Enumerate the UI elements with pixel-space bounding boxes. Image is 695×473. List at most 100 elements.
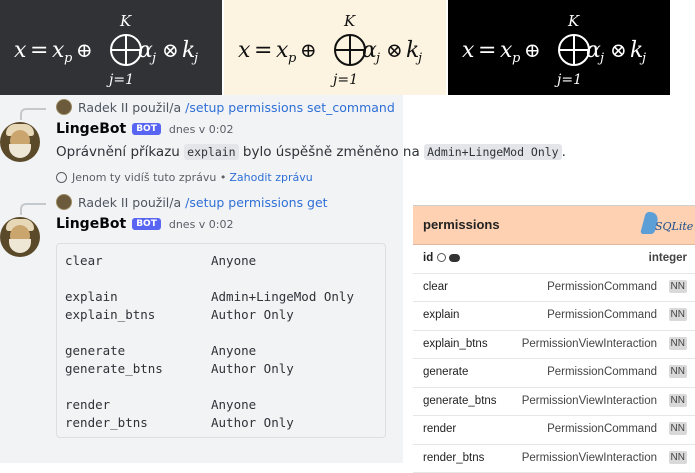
svg-text:p: p [512,51,521,66]
formula-tile-cream: x = x p ⊕ K j=1 α j ⊗ k j [224,0,446,95]
column-type: PermissionViewInteraction [522,395,657,407]
permission-line: generateAnyone [65,342,377,360]
permission-key: explain_btns [65,306,211,324]
author-name[interactable]: LingeBot [56,216,126,232]
reply-user[interactable]: Radek II [78,195,128,210]
not-null-badge: NN [669,308,687,321]
permission-value: Anyone [211,396,256,414]
svg-text:=: = [478,38,496,63]
table-header: permissions SQLite [413,206,695,245]
svg-text:j=1: j=1 [330,72,358,88]
reply-avatar [56,194,72,210]
permission-line: render_btnsAuthor Only [65,414,377,432]
table-row: explain PermissionCommand NN [413,302,695,331]
permission-value: Anyone [211,252,256,270]
reply-spine [20,203,46,215]
svg-text:p: p [64,51,73,66]
svg-text:j=1: j=1 [106,72,134,88]
column-name: render_btns [423,452,484,464]
column-name: render [423,423,456,435]
permission-line: generate_btnsAuthor Only [65,360,377,378]
avatar[interactable] [0,217,40,257]
svg-text:K: K [343,12,356,30]
permission-line: renderAnyone [65,396,377,414]
svg-text:x: x [14,38,27,63]
svg-text:j=1: j=1 [554,72,582,88]
svg-text:⊗: ⊗ [386,38,403,62]
column-name: explain [423,309,459,321]
permissions-code-block: clearAnyoneexplainAdmin+LingeMod Onlyexp… [56,243,386,438]
formula-svg: x = x p ⊕ K j=1 α j ⊗ k j [6,4,216,92]
reply-spine [20,108,46,120]
not-null-badge: NN [669,422,687,435]
column-type: PermissionCommand [547,309,657,321]
column-type: PermissionCommand [547,366,657,378]
not-null-badge: NN [669,337,687,350]
bot-badge: BOT [132,123,161,135]
ephemeral-note: Jenom ty vidíš tuto zprávu • Zahodit zpr… [56,171,313,184]
author-name[interactable]: LingeBot [56,121,126,137]
permission-key: generate_btns [65,360,211,378]
reply-reference[interactable]: Radek II použil/a /setup permissions get [56,194,328,210]
column-type: PermissionViewInteraction [522,338,657,350]
reply-action: použil/a [132,195,181,210]
bot-badge: BOT [132,218,161,230]
svg-text:K: K [119,12,132,30]
formula-tile-dark: x = x p ⊕ K j=1 α j ⊗ k j [0,0,222,95]
eye-icon [56,172,67,183]
permission-value: Author Only [211,414,294,432]
permission-key: clear [65,252,211,270]
sqlite-table-diagram: permissions SQLite id integer clearPermi… [413,205,695,464]
formula-svg: x = x p ⊕ K j=1 α j ⊗ k j [230,4,440,92]
permission-line: explainAdmin+LingeMod Only [65,288,377,306]
timestamp: dnes v 0:02 [169,123,234,136]
table-row-id: id integer [413,245,695,274]
permission-line: explain_btnsAuthor Only [65,306,377,324]
column-name: generate_btns [423,395,497,407]
reply-command[interactable]: /setup permissions get [185,195,327,210]
column-name: clear [423,281,448,293]
not-null-badge: NN [669,280,687,293]
svg-text:⊗: ⊗ [162,38,179,62]
table-row: generate_btnsPermissionViewInteractionNN [413,388,695,417]
reply-reference[interactable]: Radek II použil/a /setup permissions set… [56,99,395,115]
reply-user[interactable]: Radek II [78,100,128,115]
formula-tile-black: x = x p ⊕ K j=1 α j ⊗ k j [448,0,670,95]
permission-key: render_btns [65,414,211,432]
permission-value: Author Only [211,360,294,378]
column-type: integer [649,252,687,264]
table-row: render PermissionCommand NN [413,416,695,445]
key-icon [437,253,446,262]
sqlite-logo: SQLite [643,212,689,238]
table-name: permissions [423,217,500,232]
svg-text:⊕: ⊕ [300,38,317,62]
svg-text:p: p [288,51,297,66]
timestamp: dnes v 0:02 [169,218,234,231]
svg-text:⊕: ⊕ [76,38,93,62]
avatar[interactable] [0,122,40,162]
permission-value: Admin+LingeMod Only [211,288,354,306]
formula-svg: x = x p ⊕ K j=1 α j ⊗ k j [454,4,664,92]
message-text: Oprávnění příkazu explain bylo úspěšně z… [56,144,566,160]
svg-text:x: x [462,38,475,63]
table-row: explain_btns PermissionViewInteraction NN [413,331,695,360]
svg-text:⊕: ⊕ [524,38,541,62]
not-null-badge: NN [669,451,687,464]
permission-value: Author Only [211,306,294,324]
reply-command[interactable]: /setup permissions set_command [185,100,395,115]
dismiss-message-link[interactable]: Zahodit zprávu [229,171,312,184]
message-header: LingeBot BOT dnes v 0:02 [56,216,234,232]
permission-key: generate [65,342,211,360]
column-name: explain_btns [423,338,488,350]
reply-action: použil/a [132,100,181,115]
inline-code: Admin+LingeMod Only [424,144,562,160]
not-null-badge: NN [669,365,687,378]
svg-text:K: K [567,12,580,30]
column-type: PermissionCommand [547,423,657,435]
table-row: generatePermissionCommandNN [413,359,695,388]
permission-key: render [65,396,211,414]
svg-text:=: = [254,38,272,63]
discord-icon [449,254,460,262]
reply-avatar [56,99,72,115]
table-row: clearPermissionCommandNN [413,274,695,303]
